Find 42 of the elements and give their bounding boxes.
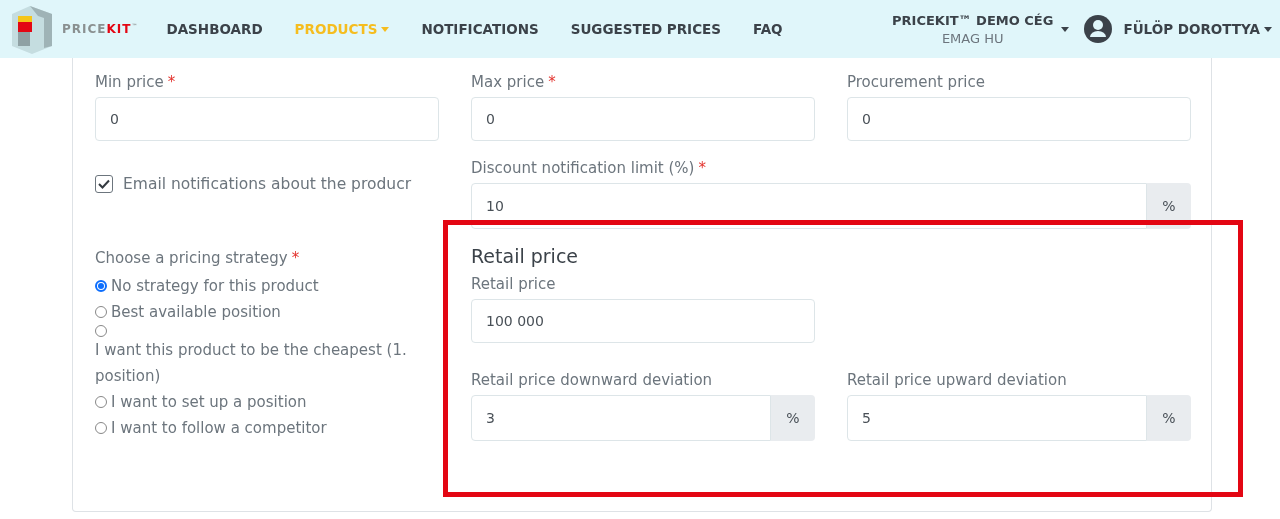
input-field[interactable]: 0 bbox=[95, 97, 439, 141]
field-label: Retail price upward deviation bbox=[847, 371, 1068, 389]
store-name: EMAG HU bbox=[941, 30, 1004, 46]
radio-label: I want to set up a position bbox=[111, 392, 307, 413]
unit-addon: % bbox=[1147, 395, 1191, 441]
required-mark: * bbox=[698, 159, 706, 177]
input-field[interactable]: 3 bbox=[471, 395, 771, 441]
user-avatar-icon[interactable] bbox=[1083, 14, 1114, 44]
input-field[interactable]: 100 000 bbox=[471, 299, 815, 343]
field-label: Choose a pricing strategy * bbox=[95, 249, 301, 267]
field-label: Procurement price bbox=[847, 73, 986, 91]
nav-link[interactable]: SUGGESTED PRICES bbox=[554, 21, 737, 37]
radio-label: No strategy for this product bbox=[111, 276, 319, 297]
logo-text: PRICEKIT$^{™}$ bbox=[62, 22, 139, 36]
input-field[interactable]: 10 bbox=[471, 183, 1147, 229]
input-field[interactable]: 5 bbox=[847, 395, 1147, 441]
checkbox-label: Email notifications about the producr bbox=[123, 175, 412, 193]
radio-button[interactable] bbox=[95, 280, 107, 292]
nav-link[interactable]: FAQ bbox=[737, 21, 799, 37]
nav-link[interactable]: DASHBOARD bbox=[150, 21, 279, 37]
nav-link[interactable]: NOTIFICATIONS bbox=[405, 21, 555, 37]
field-label: Discount notification limit (%) * bbox=[471, 159, 707, 177]
radio-label: I want to follow a competitor bbox=[111, 418, 327, 439]
field-label: Retail price bbox=[471, 275, 557, 293]
field-label: Min price * bbox=[95, 73, 177, 91]
input-field[interactable]: 0 bbox=[847, 97, 1191, 141]
required-mark: * bbox=[548, 73, 556, 91]
unit-addon: % bbox=[1147, 183, 1191, 229]
input-field[interactable]: 0 bbox=[471, 97, 815, 141]
required-mark: * bbox=[167, 73, 176, 91]
user-menu[interactable]: FÜLÖP DOROTTYA bbox=[1123, 21, 1272, 37]
unit-addon: % bbox=[771, 395, 815, 441]
radio-label: Best available position bbox=[111, 302, 281, 323]
company-name[interactable]: PRICEKIT™ DEMO CÉG bbox=[892, 12, 1054, 28]
caret-icon bbox=[1264, 26, 1272, 32]
required-mark: * bbox=[291, 249, 300, 267]
caret-icon bbox=[1061, 26, 1070, 32]
radio-label: I want this product to be the cheapest (1. position) bbox=[95, 340, 408, 387]
field-label: Retail price downward deviation bbox=[471, 371, 714, 389]
section-heading: Retail price bbox=[471, 245, 579, 267]
field-label: Max price * bbox=[471, 73, 557, 91]
checkbox[interactable] bbox=[95, 175, 113, 193]
